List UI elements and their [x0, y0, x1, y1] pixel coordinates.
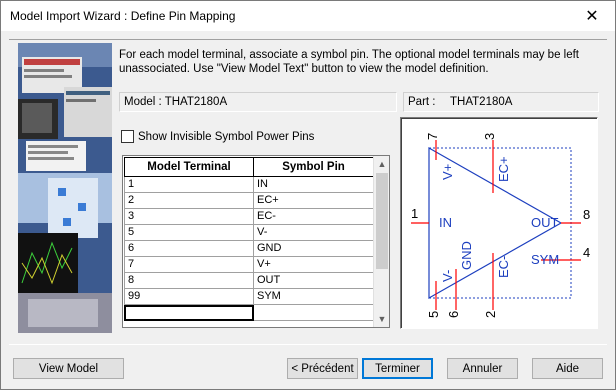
- grid-header: Model Terminal Symbol Pin: [124, 157, 374, 177]
- pin-label-ecplus: EC+: [496, 156, 511, 182]
- title-bar: Model Import Wizard : Define Pin Mapping…: [1, 1, 615, 31]
- symbol-preview-panel: 1 7 3 8 4 5 6 2 IN OUT SYM V+ EC+ V- GND…: [400, 117, 598, 329]
- pin-label-vplus: V+: [440, 164, 455, 180]
- instructions-text: For each model terminal, associate a sym…: [119, 49, 580, 75]
- part-name-box: Part : THAT2180A: [403, 92, 599, 112]
- table-row[interactable]: 2 EC+: [124, 193, 374, 209]
- back-button[interactable]: < Précédent: [287, 358, 358, 379]
- pin-label-gnd: GND: [459, 241, 474, 270]
- column-header-model-terminal[interactable]: Model Terminal: [124, 157, 254, 177]
- grid-vertical-scrollbar[interactable]: ▲ ▼: [373, 156, 389, 327]
- scrollbar-thumb[interactable]: [376, 173, 388, 269]
- model-terminal-cell[interactable]: 1: [124, 177, 254, 193]
- pin-label-ecminus: EC-: [496, 256, 511, 278]
- grid-body: 1 IN 2 EC+ 3 EC- 5 V- 6 GND 7 V+ 8 OUT 9…: [124, 177, 374, 321]
- column-header-symbol-pin[interactable]: Symbol Pin: [254, 157, 374, 177]
- table-row-new[interactable]: [124, 305, 374, 321]
- table-row[interactable]: 6 GND: [124, 241, 374, 257]
- symbol-pin-cell[interactable]: SYM: [254, 289, 374, 305]
- symbol-pin-cell[interactable]: [254, 305, 374, 321]
- symbol-pin-cell[interactable]: EC+: [254, 193, 374, 209]
- model-terminal-cell-active[interactable]: [124, 305, 254, 321]
- symbol-pin-cell[interactable]: GND: [254, 241, 374, 257]
- pin-label-vminus: V-: [440, 270, 455, 282]
- symbol-pin-cell[interactable]: IN: [254, 177, 374, 193]
- wizard-window: Model Import Wizard : Define Pin Mapping…: [0, 0, 616, 390]
- scroll-down-icon[interactable]: ▼: [374, 311, 389, 327]
- model-terminal-cell[interactable]: 99: [124, 289, 254, 305]
- pin-number-5: 5: [426, 311, 441, 318]
- model-terminal-cell[interactable]: 3: [124, 209, 254, 225]
- symbol-pin-cell[interactable]: EC-: [254, 209, 374, 225]
- table-row[interactable]: 8 OUT: [124, 273, 374, 289]
- pin-number-3: 3: [482, 133, 497, 140]
- wizard-content: For each model terminal, associate a sym…: [9, 39, 607, 345]
- table-row[interactable]: 7 V+: [124, 257, 374, 273]
- symbol-preview: 1 7 3 8 4 5 6 2 IN OUT SYM V+ EC+ V- GND…: [411, 133, 590, 318]
- show-power-pins-label: Show Invisible Symbol Power Pins: [138, 130, 315, 143]
- table-row[interactable]: 3 EC-: [124, 209, 374, 225]
- pin-number-1: 1: [411, 206, 418, 221]
- table-row[interactable]: 5 V-: [124, 225, 374, 241]
- model-name-label: Model : THAT2180A: [124, 96, 228, 108]
- symbol-pin-cell[interactable]: V+: [254, 257, 374, 273]
- scroll-up-icon[interactable]: ▲: [374, 156, 389, 172]
- part-value: THAT2180A: [450, 96, 513, 108]
- table-row[interactable]: 99 SYM: [124, 289, 374, 305]
- cancel-button[interactable]: Annuler: [447, 358, 518, 379]
- window-title: Model Import Wizard : Define Pin Mapping: [10, 9, 236, 23]
- pin-number-2: 2: [483, 311, 498, 318]
- symbol-pin-cell[interactable]: V-: [254, 225, 374, 241]
- model-name-box: Model : THAT2180A: [119, 92, 397, 112]
- pin-number-7: 7: [425, 133, 440, 140]
- table-row[interactable]: 1 IN: [124, 177, 374, 193]
- show-power-pins-option[interactable]: Show Invisible Symbol Power Pins: [121, 130, 314, 143]
- show-power-pins-checkbox[interactable]: [121, 130, 134, 143]
- model-terminal-cell[interactable]: 2: [124, 193, 254, 209]
- pin-number-6: 6: [446, 311, 461, 318]
- pin-number-4: 4: [583, 245, 590, 260]
- pin-label-in: IN: [439, 215, 452, 230]
- symbol-pin-cell[interactable]: OUT: [254, 273, 374, 289]
- pin-mapping-grid[interactable]: Model Terminal Symbol Pin 1 IN 2 EC+ 3 E…: [122, 155, 390, 328]
- pin-label-out: OUT: [531, 215, 559, 230]
- close-icon[interactable]: ✕: [569, 1, 615, 31]
- finish-button[interactable]: Terminer: [362, 358, 433, 379]
- model-terminal-cell[interactable]: 7: [124, 257, 254, 273]
- model-terminal-cell[interactable]: 5: [124, 225, 254, 241]
- model-terminal-cell[interactable]: 8: [124, 273, 254, 289]
- help-button[interactable]: Aide: [532, 358, 603, 379]
- part-label: Part :: [408, 96, 436, 108]
- wizard-side-image: [18, 43, 112, 333]
- pin-number-8: 8: [583, 207, 590, 222]
- model-terminal-cell[interactable]: 6: [124, 241, 254, 257]
- view-model-button[interactable]: View Model: [13, 358, 124, 379]
- pin-label-sym: SYM: [531, 252, 559, 267]
